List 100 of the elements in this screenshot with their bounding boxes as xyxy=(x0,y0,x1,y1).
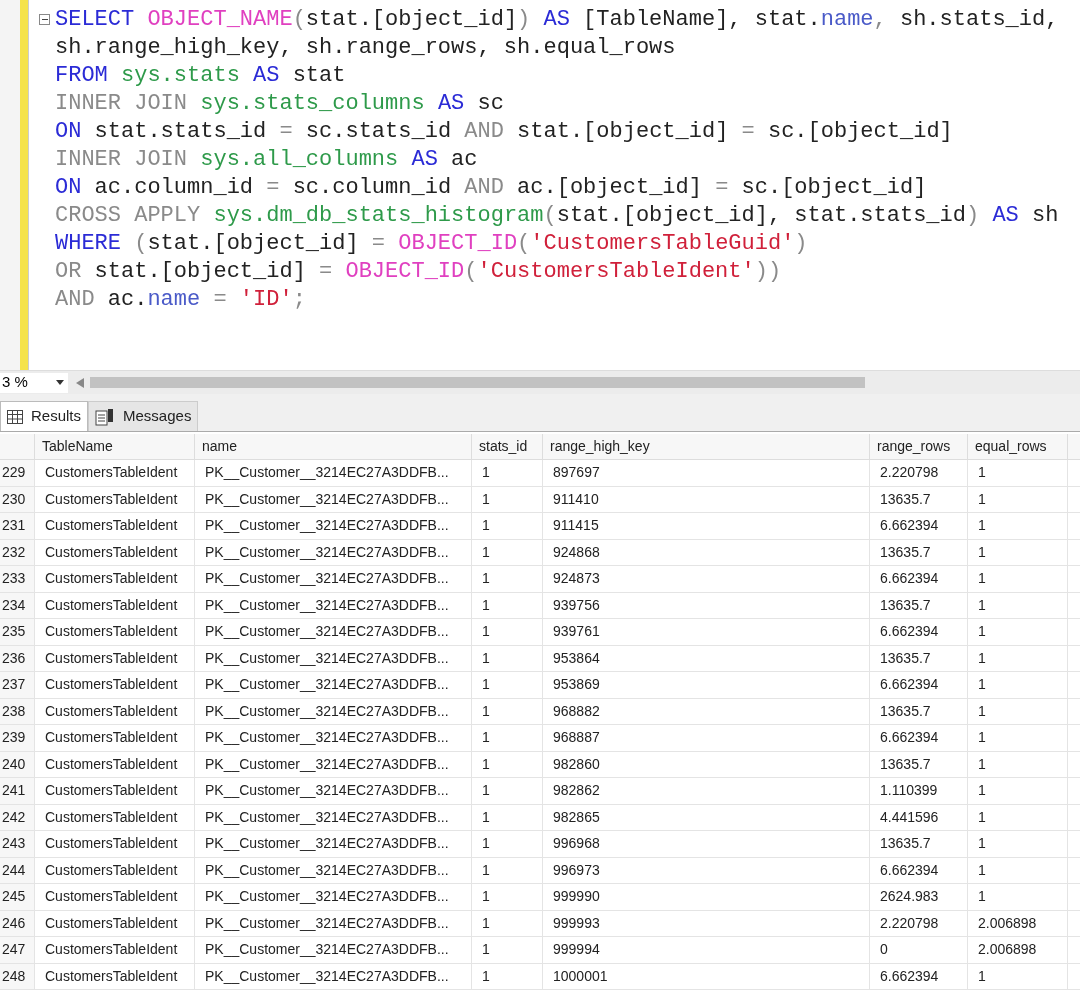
row-number: 231 xyxy=(0,513,35,539)
code-line: WHERE (stat.[object_id] = OBJECT_ID('CustomersTableGuid') xyxy=(55,230,809,258)
table-cell: 999993 xyxy=(543,910,870,936)
table-cell: CustomersTableIdent xyxy=(35,592,195,618)
table-cell: PK__Customer__3214EC27A3DDFB... xyxy=(195,937,472,963)
table-cell: 1 xyxy=(472,513,543,539)
table-cell: PK__Customer__3214EC27A3DDFB... xyxy=(195,566,472,592)
table-cell: 982865 xyxy=(543,804,870,830)
column-header[interactable]: equal_rows xyxy=(968,434,1068,459)
table-cell: CustomersTableIdent xyxy=(35,725,195,751)
row-number: 236 xyxy=(0,645,35,671)
row-number: 232 xyxy=(0,539,35,565)
table-cell: 953869 xyxy=(543,672,870,698)
table-cell: 1 xyxy=(968,698,1068,724)
zoom-dropdown[interactable]: 3 % xyxy=(0,372,68,393)
code-line: ON stat.stats_id = sc.stats_id AND stat.[object_id] = sc.[object_id] xyxy=(55,118,954,146)
table-cell: 1 xyxy=(472,831,543,857)
table-cell: 1 xyxy=(472,619,543,645)
table-cell: CustomersTableIdent xyxy=(35,486,195,512)
table-cell: PK__Customer__3214EC27A3DDFB... xyxy=(195,910,472,936)
table-cell: CustomersTableIdent xyxy=(35,910,195,936)
table-cell: CustomersTableIdent xyxy=(35,672,195,698)
column-header[interactable]: range_rows xyxy=(870,434,968,459)
table-cell: 13635.7 xyxy=(870,698,968,724)
code-line: SELECT OBJECT_NAME(stat.[object_id]) AS [TableName], stat.name, sh.stats_id, xyxy=(55,6,1059,34)
table-cell: 999994 xyxy=(543,937,870,963)
table-cell: 1 xyxy=(472,672,543,698)
column-header[interactable]: range_high_key xyxy=(543,434,870,459)
column-header[interactable]: TableName xyxy=(35,434,195,459)
row-number: 247 xyxy=(0,937,35,963)
table-cell: 1 xyxy=(968,460,1068,486)
table-cell: CustomersTableIdent xyxy=(35,963,195,989)
table-cell: 1 xyxy=(968,751,1068,777)
table-cell: 982862 xyxy=(543,778,870,804)
table-cell: 1 xyxy=(968,672,1068,698)
table-cell: 1 xyxy=(472,857,543,883)
column-header[interactable]: name xyxy=(195,434,472,459)
table-cell: PK__Customer__3214EC27A3DDFB... xyxy=(195,751,472,777)
row-number: 233 xyxy=(0,566,35,592)
table-cell: 1 xyxy=(968,778,1068,804)
row-number: 242 xyxy=(0,804,35,830)
table-cell: CustomersTableIdent xyxy=(35,884,195,910)
table-cell: PK__Customer__3214EC27A3DDFB... xyxy=(195,857,472,883)
row-number: 245 xyxy=(0,884,35,910)
code-line: CROSS APPLY sys.dm_db_stats_histogram(stat.[object_id], stat.stats_id) AS sh xyxy=(55,202,1059,230)
scroll-left-icon[interactable] xyxy=(76,377,84,388)
row-number: 243 xyxy=(0,831,35,857)
table-cell: 968887 xyxy=(543,725,870,751)
table-cell: PK__Customer__3214EC27A3DDFB... xyxy=(195,831,472,857)
table-cell: 1 xyxy=(968,857,1068,883)
table-cell: 968882 xyxy=(543,698,870,724)
column-header[interactable]: stats_id xyxy=(472,434,543,459)
code-line: INNER JOIN sys.stats_columns AS sc xyxy=(55,90,505,118)
table-cell: CustomersTableIdent xyxy=(35,566,195,592)
table-cell: 6.662394 xyxy=(870,619,968,645)
results-tab[interactable]: Messages xyxy=(88,401,199,431)
table-cell: CustomersTableIdent xyxy=(35,698,195,724)
table-cell: 1 xyxy=(472,592,543,618)
row-number: 239 xyxy=(0,725,35,751)
table-cell: PK__Customer__3214EC27A3DDFB... xyxy=(195,963,472,989)
table-cell: 1 xyxy=(472,804,543,830)
results-tab[interactable]: Results xyxy=(0,401,89,431)
collapse-icon[interactable] xyxy=(39,14,50,25)
table-cell: CustomersTableIdent xyxy=(35,539,195,565)
table-cell: PK__Customer__3214EC27A3DDFB... xyxy=(195,698,472,724)
table-cell: 996973 xyxy=(543,857,870,883)
table-cell: 1 xyxy=(968,963,1068,989)
table-cell: 1 xyxy=(968,725,1068,751)
table-cell: 911410 xyxy=(543,486,870,512)
table-cell: 911415 xyxy=(543,513,870,539)
table-cell: 13635.7 xyxy=(870,751,968,777)
code-line: OR stat.[object_id] = OBJECT_ID('CustomersTableIdent')) xyxy=(55,258,783,286)
row-number: 235 xyxy=(0,619,35,645)
table-cell: 2.220798 xyxy=(870,460,968,486)
table-cell: PK__Customer__3214EC27A3DDFB... xyxy=(195,460,472,486)
table-cell: 0 xyxy=(870,937,968,963)
table-cell: PK__Customer__3214EC27A3DDFB... xyxy=(195,672,472,698)
table-cell: CustomersTableIdent xyxy=(35,857,195,883)
table-cell: 924873 xyxy=(543,566,870,592)
table-cell: 1 xyxy=(472,566,543,592)
table-cell: 6.662394 xyxy=(870,566,968,592)
row-number: 234 xyxy=(0,592,35,618)
table-cell: 1 xyxy=(968,645,1068,671)
table-cell: 2624.983 xyxy=(870,884,968,910)
table-cell: CustomersTableIdent xyxy=(35,645,195,671)
table-cell: 13635.7 xyxy=(870,831,968,857)
table-cell: 1 xyxy=(472,539,543,565)
row-number: 241 xyxy=(0,778,35,804)
table-cell: 2.220798 xyxy=(870,910,968,936)
table-cell: CustomersTableIdent xyxy=(35,513,195,539)
table-cell: 897697 xyxy=(543,460,870,486)
table-cell: 6.662394 xyxy=(870,672,968,698)
messages-icon xyxy=(95,407,116,426)
table-cell: 6.662394 xyxy=(870,963,968,989)
table-cell: PK__Customer__3214EC27A3DDFB... xyxy=(195,619,472,645)
table-cell: 939761 xyxy=(543,619,870,645)
table-cell: 1.110399 xyxy=(870,778,968,804)
horizontal-scrollbar-thumb[interactable] xyxy=(90,377,865,388)
table-cell: PK__Customer__3214EC27A3DDFB... xyxy=(195,725,472,751)
table-cell: 1 xyxy=(968,566,1068,592)
